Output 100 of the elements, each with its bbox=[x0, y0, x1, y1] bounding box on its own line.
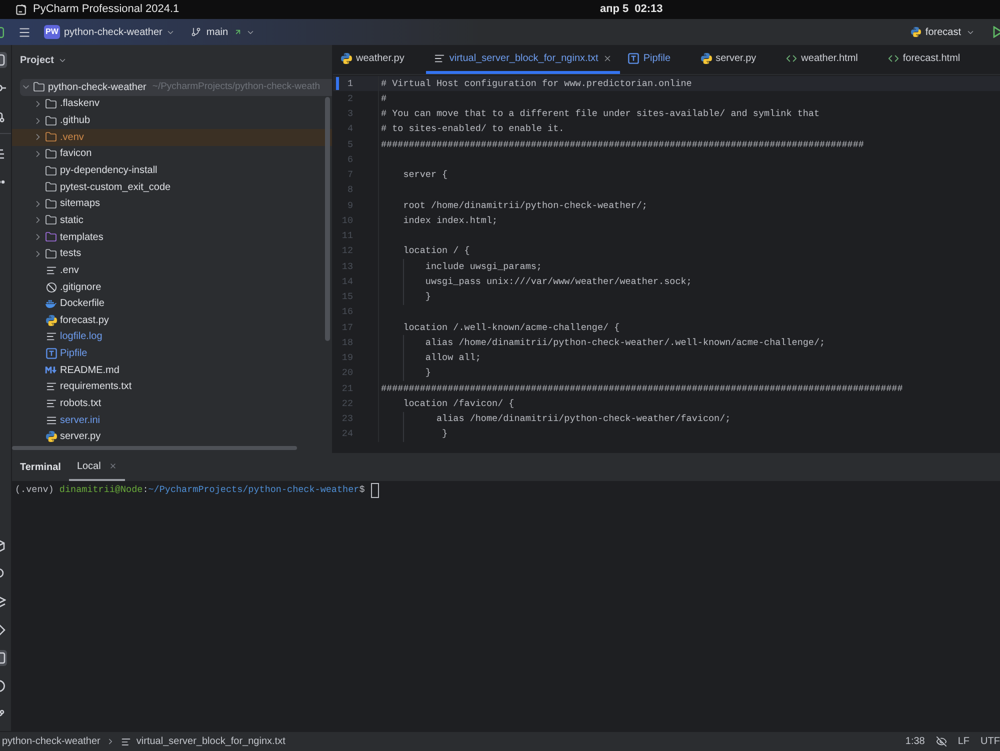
code-line: allow all; bbox=[424, 351, 481, 366]
folder-icon bbox=[45, 148, 57, 160]
code-line: } bbox=[424, 290, 431, 304]
run-icon[interactable] bbox=[993, 26, 1000, 38]
clock-date: апр 5 bbox=[600, 2, 629, 18]
code-line: location /.well-known/acme-challenge/ { bbox=[402, 320, 620, 335]
editor-tab[interactable]: weather.py bbox=[333, 45, 426, 74]
text-lines-icon bbox=[121, 736, 132, 746]
editor-tab[interactable]: forecast.html bbox=[880, 45, 982, 74]
folder-icon bbox=[45, 198, 57, 210]
folder-icon bbox=[45, 214, 57, 226]
view-mode-dropdown[interactable]: Project bbox=[20, 52, 67, 68]
tree-item[interactable]: sitemaps bbox=[12, 195, 332, 212]
tree-item[interactable]: templates bbox=[12, 228, 332, 246]
code-line: index index.html; bbox=[402, 214, 498, 228]
layers-icon[interactable] bbox=[0, 594, 7, 610]
project-switcher[interactable]: python-check-weather bbox=[64, 24, 176, 40]
arrow-up-right-icon bbox=[234, 28, 242, 36]
code-line: } bbox=[424, 366, 431, 380]
tree-item[interactable]: server.ini bbox=[12, 412, 332, 428]
tree-item[interactable]: Pipfile bbox=[12, 345, 332, 362]
diamond-icon[interactable] bbox=[0, 622, 7, 638]
line-separator[interactable]: LF bbox=[958, 734, 970, 749]
code-icon bbox=[888, 52, 899, 64]
code-line: # to sites-enabled/ to enable it. bbox=[381, 122, 564, 136]
line-number: 1 bbox=[346, 76, 353, 91]
code-line: uwsgi_pass unix:///var/www/weather/weather.sock; bbox=[424, 274, 692, 289]
window-title: PyCharm Professional 2024.1 bbox=[33, 2, 180, 18]
breadcrumb[interactable]: python-check-weather bbox=[0, 734, 100, 749]
tree-item[interactable]: .flaskenv bbox=[12, 96, 332, 112]
code-line: server { bbox=[402, 168, 448, 182]
window-icon[interactable] bbox=[0, 52, 7, 68]
editor-tab[interactable]: server.py bbox=[692, 45, 778, 74]
text-lines-icon bbox=[46, 381, 56, 392]
terminal-icon[interactable] bbox=[0, 650, 7, 666]
tree-item[interactable]: tests bbox=[12, 245, 332, 262]
tree-item[interactable]: .env bbox=[12, 262, 332, 279]
code-line: alias /home/dinamitrii/python-check-weather/favicon/; bbox=[436, 412, 731, 426]
folder-icon bbox=[45, 181, 57, 194]
python-icon bbox=[46, 314, 56, 326]
text-lines-icon bbox=[46, 398, 56, 409]
code-line: location /favicon/ { bbox=[402, 396, 514, 411]
tree-item[interactable]: server.py bbox=[12, 428, 332, 446]
scrollbar[interactable] bbox=[12, 446, 297, 450]
editor-tab[interactable]: Pipfile bbox=[620, 45, 693, 74]
folder-icon bbox=[45, 231, 57, 244]
editor-tab[interactable]: weather.html bbox=[778, 45, 880, 74]
boxed-t-icon bbox=[628, 52, 640, 64]
folder-icon bbox=[45, 248, 57, 260]
python-icon bbox=[341, 52, 352, 64]
tree-item[interactable]: static bbox=[12, 212, 332, 229]
whale-icon bbox=[45, 298, 57, 309]
cursor-icon bbox=[370, 482, 379, 498]
tree-item[interactable]: python-check-weather ~/PycharmProjects/python-check-weath bbox=[20, 79, 332, 96]
tree-item[interactable]: .venv bbox=[12, 128, 332, 146]
project-path: ~/PycharmProjects/python-check-weath bbox=[152, 80, 320, 94]
tree-item[interactable]: .gitignore bbox=[12, 278, 332, 296]
folder-icon bbox=[45, 114, 57, 127]
code-line: ############################################################################################## bbox=[381, 382, 903, 396]
tree-item[interactable]: favicon bbox=[12, 146, 332, 162]
folder-icon bbox=[45, 98, 57, 110]
lines-icon bbox=[46, 414, 56, 426]
python-icon bbox=[700, 52, 712, 64]
folder-icon bbox=[45, 131, 57, 144]
close-icon[interactable] bbox=[603, 54, 612, 62]
tree-item[interactable]: README.md bbox=[12, 362, 332, 379]
boxed-t-icon bbox=[46, 348, 56, 360]
scrollbar[interactable] bbox=[325, 97, 330, 341]
markdown-icon bbox=[45, 366, 57, 374]
box-icon[interactable] bbox=[0, 538, 7, 554]
code-line: root /home/dinamitrii/python-check-weather/; bbox=[402, 198, 648, 213]
text-lines-icon bbox=[46, 331, 56, 342]
code-line: # You can move that to a different file under sites-available/ and symlink that bbox=[381, 107, 820, 122]
code-line: # bbox=[381, 92, 387, 106]
code-line: ####################################################################################### bbox=[381, 138, 864, 152]
code-line: # Virtual Host configuration for www.predictorian.online bbox=[381, 76, 692, 91]
terminal-prompt: (.venv) dinamitrii@Node:~/PycharmProjects/python-check-weather$ bbox=[15, 483, 365, 497]
tree-item[interactable]: logfile.log bbox=[12, 328, 332, 346]
branch-icon bbox=[191, 27, 202, 37]
caret-position[interactable]: 1:38 bbox=[905, 734, 925, 749]
folder-icon bbox=[33, 81, 45, 94]
tree-item[interactable]: py-dependency-install bbox=[12, 162, 332, 179]
project-badge: PW bbox=[44, 25, 60, 39]
tree-item[interactable]: pytest-custom_exit_code bbox=[12, 178, 332, 196]
tree-item[interactable]: forecast.py bbox=[12, 312, 332, 329]
tree-item[interactable]: requirements.txt bbox=[12, 378, 332, 396]
eye-off-icon[interactable] bbox=[936, 736, 947, 747]
ban-icon bbox=[46, 282, 56, 292]
tree-item[interactable]: robots.txt bbox=[12, 395, 332, 412]
code-line: location / { bbox=[402, 244, 470, 258]
tree-item[interactable]: Dockerfile bbox=[12, 295, 332, 312]
breadcrumb[interactable]: virtual_server_block_for_nginx.txt bbox=[121, 734, 286, 749]
branch-switcher[interactable]: main bbox=[191, 24, 256, 40]
menu-icon[interactable] bbox=[18, 26, 31, 38]
change-marker[interactable] bbox=[336, 77, 339, 90]
file-encoding[interactable]: UTF bbox=[980, 734, 1000, 749]
code-line: include uwsgi_params; bbox=[424, 260, 542, 274]
close-icon[interactable] bbox=[108, 462, 117, 470]
run-configuration-dropdown[interactable]: forecast bbox=[911, 24, 975, 40]
tree-item[interactable]: .github bbox=[12, 112, 332, 129]
